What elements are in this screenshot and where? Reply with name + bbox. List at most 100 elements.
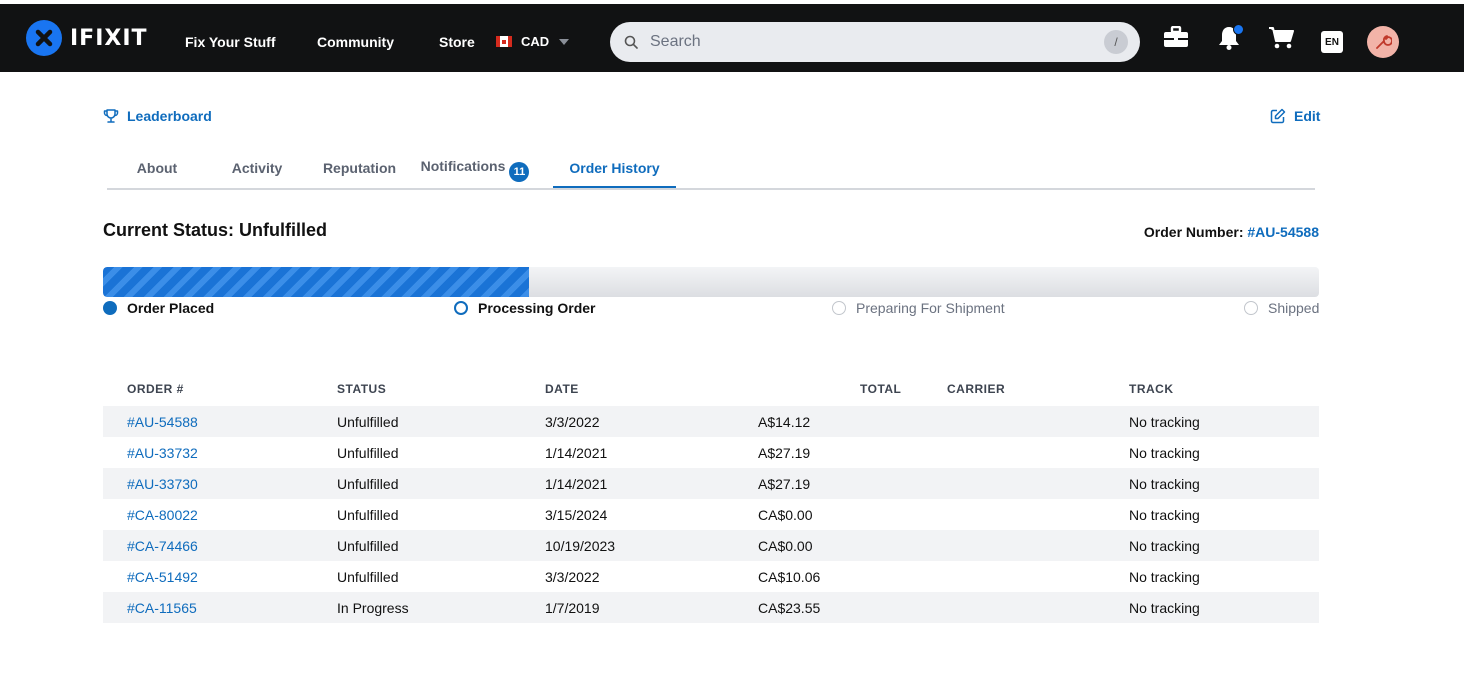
- orders-table-body: #AU-54588 Unfulfilled 3/3/2022 A$14.12 No tr…: [103, 406, 1319, 623]
- chevron-down-icon: [559, 38, 570, 45]
- step-label: Order Placed: [127, 300, 215, 316]
- currency-label: CAD: [521, 34, 550, 49]
- column-header-order: ORDER #: [127, 382, 184, 396]
- order-total: A$14.12: [758, 414, 811, 430]
- order-number: Order Number: #AU-54588: [1144, 224, 1319, 240]
- table-row: #AU-33732 Unfulfilled 1/14/2021 A$27.19 No t…: [103, 437, 1319, 468]
- cart-icon[interactable]: [1268, 26, 1294, 50]
- table-row: #CA-80022 Unfulfilled 3/15/2024 CA$0.00 No t…: [103, 499, 1319, 530]
- column-header-track: TRACK: [1129, 382, 1174, 396]
- order-date: 1/7/2019: [545, 600, 600, 616]
- currency-selector[interactable]: CAD: [496, 34, 570, 49]
- logo-text: IFIXIT: [70, 25, 148, 51]
- tab-notifications[interactable]: Notifications 11: [412, 150, 538, 186]
- search-icon: [624, 35, 638, 49]
- avatar[interactable]: [1367, 26, 1399, 58]
- ifixit-logo[interactable]: IFIXIT: [26, 20, 148, 56]
- order-status: Unfulfilled: [337, 476, 399, 492]
- column-header-carrier: CARRIER: [947, 382, 1006, 396]
- ifixit-logo-icon: [26, 20, 62, 56]
- step-label: Preparing For Shipment: [856, 300, 1005, 316]
- language-selector[interactable]: EN: [1321, 31, 1343, 53]
- tab-about[interactable]: About: [107, 150, 207, 186]
- tab-order-history[interactable]: Order History: [553, 150, 676, 188]
- edit-icon: [1270, 108, 1286, 124]
- order-date: 1/14/2021: [545, 476, 608, 492]
- order-status: Unfulfilled: [337, 445, 399, 461]
- toolbox-icon[interactable]: [1163, 26, 1189, 48]
- nav-community[interactable]: Community: [317, 34, 394, 50]
- order-id-link[interactable]: #AU-54588: [127, 414, 198, 430]
- leaderboard-label: Leaderboard: [127, 108, 212, 124]
- order-date: 10/19/2023: [545, 538, 616, 554]
- edit-profile-link[interactable]: Edit: [1270, 108, 1320, 124]
- order-total: CA$10.06: [758, 569, 821, 585]
- order-id-link[interactable]: #CA-80022: [127, 507, 198, 523]
- search-shortcut-hint: /: [1104, 30, 1128, 54]
- step-order-placed: Order Placed: [103, 300, 214, 316]
- step-label: Shipped: [1268, 300, 1320, 316]
- order-date: 3/3/2022: [545, 414, 600, 430]
- order-id-link[interactable]: #CA-51492: [127, 569, 198, 585]
- tab-about-label: About: [136, 160, 178, 176]
- order-tracking: No tracking: [1129, 476, 1200, 492]
- order-total: A$27.19: [758, 476, 811, 492]
- search-input[interactable]: [648, 32, 1072, 52]
- order-total: CA$0.00: [758, 538, 813, 554]
- tab-reputation[interactable]: Reputation: [307, 150, 412, 186]
- order-total: A$27.19: [758, 445, 811, 461]
- order-tracking: No tracking: [1129, 538, 1200, 554]
- bell-icon[interactable]: [1218, 24, 1244, 50]
- canada-flag-icon: [496, 36, 512, 47]
- order-date: 3/15/2024: [545, 507, 608, 523]
- nav-fix-your-stuff[interactable]: Fix Your Stuff: [185, 34, 275, 50]
- order-status: Unfulfilled: [337, 538, 399, 554]
- order-number-link[interactable]: #AU-54588: [1247, 224, 1319, 240]
- tab-notifications-label: Notifications: [420, 158, 506, 174]
- step-processing-order: Processing Order: [454, 300, 596, 316]
- order-total: CA$23.55: [758, 600, 821, 616]
- orders-table-header: ORDER # STATUS DATE TOTAL CARRIER TRACK: [103, 376, 1319, 406]
- column-header-date: DATE: [545, 382, 579, 396]
- search-bar[interactable]: /: [610, 22, 1140, 62]
- order-status: Unfulfilled: [337, 507, 399, 523]
- order-number-label: Order Number:: [1143, 224, 1244, 240]
- current-status-title: Current Status: Unfulfilled: [103, 220, 327, 240]
- notification-dot: [1233, 24, 1244, 35]
- order-total: CA$0.00: [758, 507, 813, 523]
- step-shipped: Shipped: [1244, 300, 1319, 316]
- order-tracking: No tracking: [1129, 600, 1200, 616]
- order-id-link[interactable]: #CA-74466: [127, 538, 198, 554]
- order-date: 3/3/2022: [545, 569, 600, 585]
- table-row: #AU-33730 Unfulfilled 1/14/2021 A$27.19 No t…: [103, 468, 1319, 499]
- order-tracking: No tracking: [1129, 507, 1200, 523]
- orders-table: ORDER # STATUS DATE TOTAL CARRIER TRACK …: [103, 376, 1319, 623]
- table-row: #CA-74466 Unfulfilled 10/19/2023 CA$0.00 No …: [103, 530, 1319, 561]
- order-progress-fill: [103, 267, 529, 297]
- step-label: Processing Order: [478, 300, 596, 316]
- step-pending-icon: [1244, 301, 1258, 315]
- site-header: IFIXIT Fix Your Stuff Community Store CA…: [0, 4, 1464, 72]
- table-row: #AU-54588 Unfulfilled 3/3/2022 A$14.12 No tr…: [103, 406, 1319, 437]
- order-progress-bar: [103, 267, 1319, 297]
- leaderboard-link[interactable]: Leaderboard: [103, 108, 212, 124]
- column-header-total: TOTAL: [860, 382, 902, 396]
- order-id-link[interactable]: #CA-11565: [127, 600, 197, 616]
- step-current-icon: [454, 301, 468, 315]
- column-header-status: STATUS: [337, 382, 387, 396]
- notifications-count-badge: 11: [509, 162, 530, 182]
- order-status: Unfulfilled: [337, 414, 399, 430]
- step-pending-icon: [832, 301, 846, 315]
- order-tracking: No tracking: [1129, 569, 1200, 585]
- table-row: #CA-51492 Unfulfilled 3/3/2022 CA$10.06 No t…: [103, 561, 1319, 592]
- tab-reputation-label: Reputation: [322, 160, 397, 176]
- tab-order-history-label: Order History: [569, 160, 660, 176]
- trophy-icon: [103, 109, 119, 123]
- order-tracking: No tracking: [1129, 414, 1200, 430]
- nav-store[interactable]: Store: [439, 34, 475, 50]
- table-row: #CA-11565 In Progress 1/7/2019 CA$23.55 No t…: [103, 592, 1319, 623]
- order-tracking: No tracking: [1129, 445, 1200, 461]
- order-id-link[interactable]: #AU-33732: [127, 445, 198, 461]
- tab-activity[interactable]: Activity: [207, 150, 307, 186]
- order-id-link[interactable]: #AU-33730: [127, 476, 198, 492]
